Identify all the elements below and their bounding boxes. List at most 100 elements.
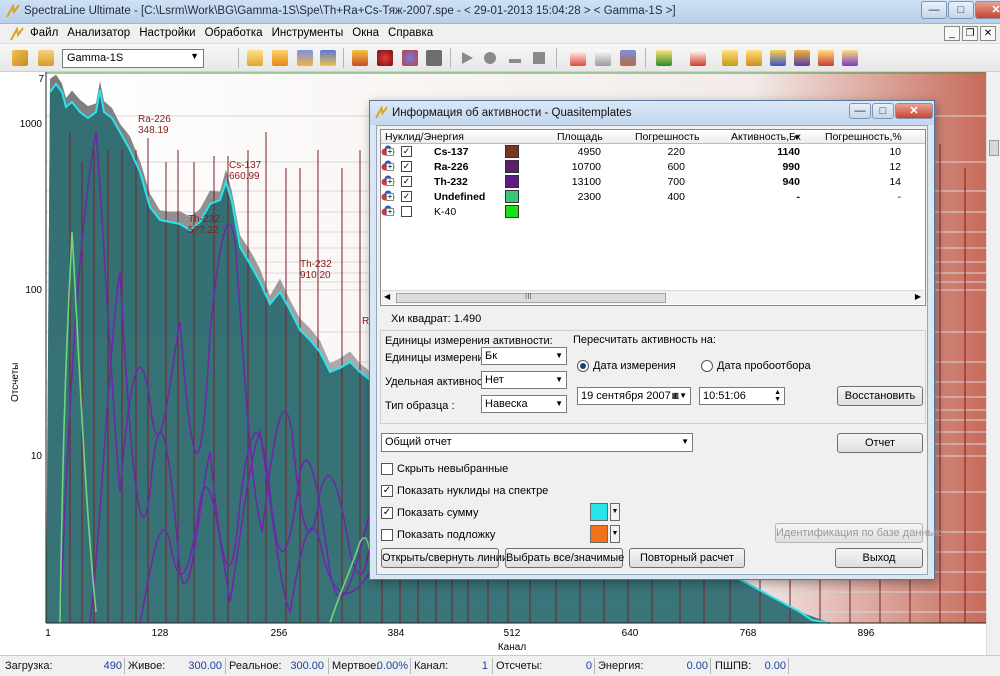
- notebook-icon[interactable]: [38, 50, 54, 66]
- select-all-button[interactable]: Выбрать все/значимые: [505, 548, 623, 568]
- calibration-icon[interactable]: [352, 50, 368, 66]
- maximize-button[interactable]: □: [948, 1, 974, 19]
- fit-icon[interactable]: [722, 50, 738, 66]
- close-button[interactable]: ✕: [975, 1, 1000, 19]
- spectrum-gray-icon[interactable]: [595, 50, 611, 66]
- spinner-icon[interactable]: ▲ ▼: [774, 389, 781, 403]
- background-color-dropdown[interactable]: ▼: [610, 525, 620, 543]
- dialog-minimize-button[interactable]: —: [849, 103, 871, 119]
- row-checkbox[interactable]: [401, 206, 412, 217]
- load-label: Загрузка:: [5, 660, 53, 672]
- gamma-icon[interactable]: [842, 50, 858, 66]
- energy-value: 0.00: [660, 660, 708, 672]
- horizontal-scrollbar[interactable]: ◀ III ▶: [382, 290, 924, 304]
- nuclide-color-swatch[interactable]: [505, 145, 519, 158]
- hide-unselected-checkbox[interactable]: [381, 463, 393, 475]
- mdi-minimize-button[interactable]: _: [944, 26, 960, 41]
- minimize-button[interactable]: —: [921, 1, 947, 19]
- table-row[interactable]: + ✓ Ra-226 10700 600 990 12: [381, 160, 925, 174]
- save-all-icon[interactable]: [297, 50, 313, 66]
- row-checkbox[interactable]: ✓: [401, 176, 412, 187]
- expand-icon[interactable]: +: [386, 208, 394, 216]
- nuclide-color-swatch[interactable]: [505, 175, 519, 188]
- table-row[interactable]: + ✓ Cs-137 4950 220 1140 10: [381, 145, 925, 159]
- spectrum-red-icon[interactable]: [570, 50, 586, 66]
- open-folder-icon[interactable]: [247, 50, 263, 66]
- nuclide-color-swatch[interactable]: [505, 190, 519, 203]
- save-as-icon[interactable]: [320, 50, 336, 66]
- menu-analyzer[interactable]: Анализатор: [67, 27, 130, 39]
- sum-color-swatch[interactable]: [590, 503, 608, 521]
- play-icon[interactable]: [459, 50, 475, 66]
- menu-windows[interactable]: Окна: [352, 27, 379, 39]
- scrollbar-thumb[interactable]: [989, 140, 999, 156]
- mountain-icon[interactable]: [794, 50, 810, 66]
- sample-type-select[interactable]: Навеска ▼: [481, 395, 567, 413]
- column-header-area[interactable]: Площадь: [557, 131, 603, 143]
- table-row[interactable]: + ✓ Th-232 13100 700 940 14: [381, 175, 925, 189]
- scroll-right-icon[interactable]: ▶: [915, 292, 921, 301]
- report-type-select[interactable]: Общий отчет ▼: [381, 433, 693, 452]
- background-color-swatch[interactable]: [590, 525, 608, 543]
- identify-database-button[interactable]: Идентификация по базе данных: [775, 523, 923, 543]
- tree-icon[interactable]: [12, 50, 28, 66]
- row-checkbox[interactable]: ✓: [401, 191, 412, 202]
- remove-peaks-icon[interactable]: [377, 50, 393, 66]
- row-checkbox[interactable]: ✓: [401, 146, 412, 157]
- nuclide-color-swatch[interactable]: [505, 205, 519, 218]
- show-background-checkbox[interactable]: [381, 529, 393, 541]
- record-icon[interactable]: [482, 50, 498, 66]
- table-row[interactable]: + K-40: [381, 205, 925, 219]
- beta-icon[interactable]: [770, 50, 786, 66]
- restore-button[interactable]: Восстановить: [837, 386, 923, 406]
- row-checkbox[interactable]: ✓: [401, 161, 412, 172]
- column-header-error[interactable]: Погрешность: [635, 131, 700, 143]
- peak-search-icon[interactable]: [656, 50, 672, 66]
- date-picker[interactable]: 19 сентября 2007 г. ▦▼: [577, 387, 691, 405]
- expand-icon[interactable]: +: [386, 163, 394, 171]
- expand-icon[interactable]: +: [386, 148, 394, 156]
- column-header-activity[interactable]: Активность,Бк: [731, 131, 801, 143]
- toggle-lines-button[interactable]: Открыть/свернуть линии: [381, 548, 499, 568]
- scroll-left-icon[interactable]: ◀: [384, 292, 390, 301]
- show-nuclides-checkbox[interactable]: ✓: [381, 485, 393, 497]
- container-icon[interactable]: [426, 50, 442, 66]
- table-row[interactable]: + ✓ Undefined 2300 400 - -: [381, 190, 925, 204]
- mdi-close-button[interactable]: ✕: [980, 26, 996, 41]
- column-header-nuclide[interactable]: Нуклид/Энергия: [385, 131, 464, 143]
- expand-icon[interactable]: +: [386, 193, 394, 201]
- menu-tools[interactable]: Инструменты: [272, 27, 344, 39]
- vertical-scrollbar[interactable]: [986, 72, 1000, 655]
- sum-color-dropdown[interactable]: ▼: [610, 503, 620, 521]
- save-icon[interactable]: [272, 50, 288, 66]
- time-picker[interactable]: 10:51:06 ▲ ▼: [699, 387, 785, 405]
- units-select[interactable]: Бк ▼: [481, 347, 567, 365]
- device-select[interactable]: Gamma-1S ▼: [62, 49, 204, 68]
- scrollbar-thumb[interactable]: III: [396, 293, 666, 303]
- help-peak-icon[interactable]: [818, 50, 834, 66]
- mdi-restore-button[interactable]: ❐: [962, 26, 978, 41]
- menu-help[interactable]: Справка: [388, 27, 433, 39]
- dialog-close-button[interactable]: ✕: [895, 103, 933, 119]
- atom-icon[interactable]: [402, 50, 418, 66]
- exit-button[interactable]: Выход: [835, 548, 923, 568]
- expand-icon[interactable]: +: [386, 178, 394, 186]
- stop-icon[interactable]: [531, 50, 547, 66]
- alpha-icon[interactable]: [746, 50, 762, 66]
- menu-settings[interactable]: Настройки: [139, 27, 195, 39]
- peak-red-icon[interactable]: [690, 50, 706, 66]
- menu-processing[interactable]: Обработка: [205, 27, 263, 39]
- recalculate-button[interactable]: Повторный расчет: [629, 548, 745, 568]
- show-sum-checkbox[interactable]: ✓: [381, 507, 393, 519]
- clear-icon[interactable]: [507, 50, 523, 66]
- menu-file[interactable]: Файл: [30, 27, 58, 39]
- sampling-date-radio[interactable]: [701, 360, 713, 372]
- compare-spectra-icon[interactable]: [620, 50, 636, 66]
- nuclide-color-swatch[interactable]: [505, 160, 519, 173]
- specific-activity-select[interactable]: Нет ▼: [481, 371, 567, 389]
- column-header-error-pct[interactable]: Погрешность,%: [825, 131, 902, 143]
- nuclide-table[interactable]: Нуклид/Энергия Площадь Погрешность Актив…: [380, 129, 926, 306]
- dialog-maximize-button[interactable]: □: [872, 103, 894, 119]
- report-button[interactable]: Отчет: [837, 433, 923, 453]
- measurement-date-radio[interactable]: [577, 360, 589, 372]
